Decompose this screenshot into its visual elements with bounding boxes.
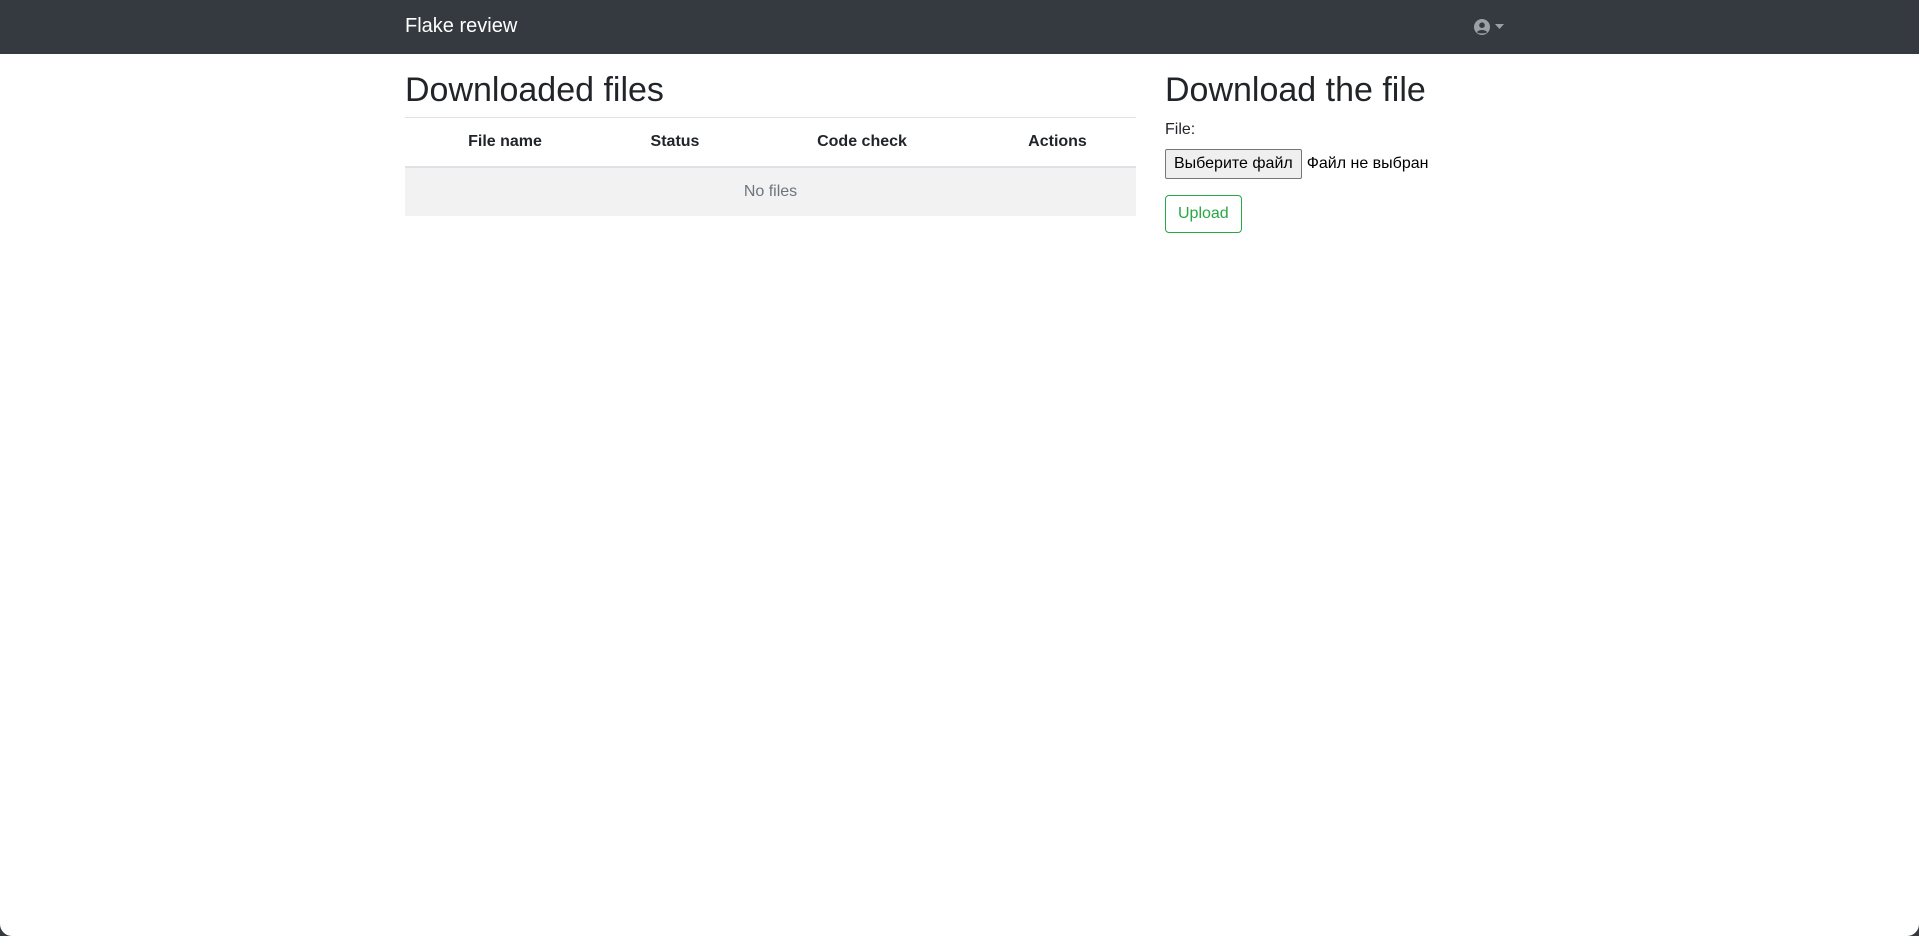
files-table: File name Status Code check Actions No f… [405, 117, 1136, 216]
file-input: Выберите файл Файл не выбран [1165, 149, 1515, 179]
file-status-text: Файл не выбран [1306, 155, 1429, 172]
choose-file-button[interactable]: Выберите файл [1165, 149, 1302, 179]
column-header-actions: Actions [979, 117, 1136, 168]
upload-button[interactable]: Upload [1165, 195, 1242, 233]
page: Flake review Downloaded files File name [0, 0, 1919, 936]
downloaded-files-section: Downloaded files File name Status Code c… [405, 54, 1136, 216]
table-header-row: File name Status Code check Actions [405, 117, 1136, 168]
navbar: Flake review [0, 0, 1919, 54]
table-row: No files [405, 166, 1136, 216]
user-menu-dropdown[interactable] [1474, 16, 1504, 38]
upload-title: Download the file [1165, 71, 1426, 109]
empty-table-message: No files [405, 166, 1136, 216]
caret-down-icon [1495, 24, 1504, 30]
user-circle-icon [1474, 19, 1490, 35]
upload-section: Download the file File: Выберите файл Фа… [1165, 54, 1515, 233]
downloaded-files-title: Downloaded files [405, 71, 664, 109]
column-header-code-check: Code check [745, 117, 979, 168]
column-header-status: Status [605, 117, 745, 168]
brand-link[interactable]: Flake review [405, 13, 517, 39]
column-header-file-name: File name [405, 117, 605, 168]
file-label: File: [1165, 121, 1196, 138]
